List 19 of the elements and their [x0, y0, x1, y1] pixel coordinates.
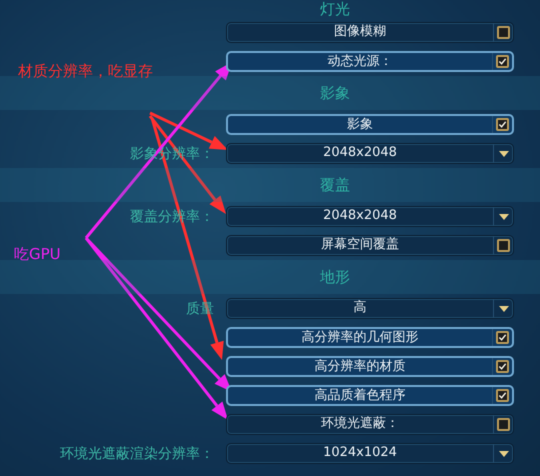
checkbox-row[interactable]: 动态光源： [226, 51, 514, 72]
dropdown[interactable]: 2048x2048 [226, 206, 514, 227]
checkbox-row[interactable]: 高分辨率的几何图形 [226, 327, 514, 348]
setting-label: 环境光遮蔽渲染分辨率： [60, 444, 215, 462]
dropdown[interactable]: 1024x1024 [226, 443, 514, 464]
section-title: 地形 [320, 268, 350, 286]
checkbox-row[interactable]: 高分辨率的材质 [226, 356, 514, 377]
checkbox-row[interactable]: 图像模糊 [226, 22, 514, 43]
section-title: 灯光 [320, 0, 350, 18]
dropdown[interactable]: 2048x2048 [226, 143, 514, 164]
annotation-text: 材质分辨率，吃显存 [18, 62, 153, 81]
checkbox-row[interactable]: 屏幕空间覆盖 [226, 235, 514, 256]
section-title: 影象 [320, 84, 350, 102]
checkbox-row[interactable]: 环境光遮蔽： [226, 414, 514, 435]
checkbox-row[interactable]: 高品质着色程序 [226, 385, 514, 406]
checkbox-row[interactable]: 影象 [226, 114, 514, 135]
dropdown[interactable]: 高 [226, 298, 514, 319]
annotation-text: 吃GPU [14, 245, 61, 264]
section-title: 覆盖 [320, 176, 350, 194]
